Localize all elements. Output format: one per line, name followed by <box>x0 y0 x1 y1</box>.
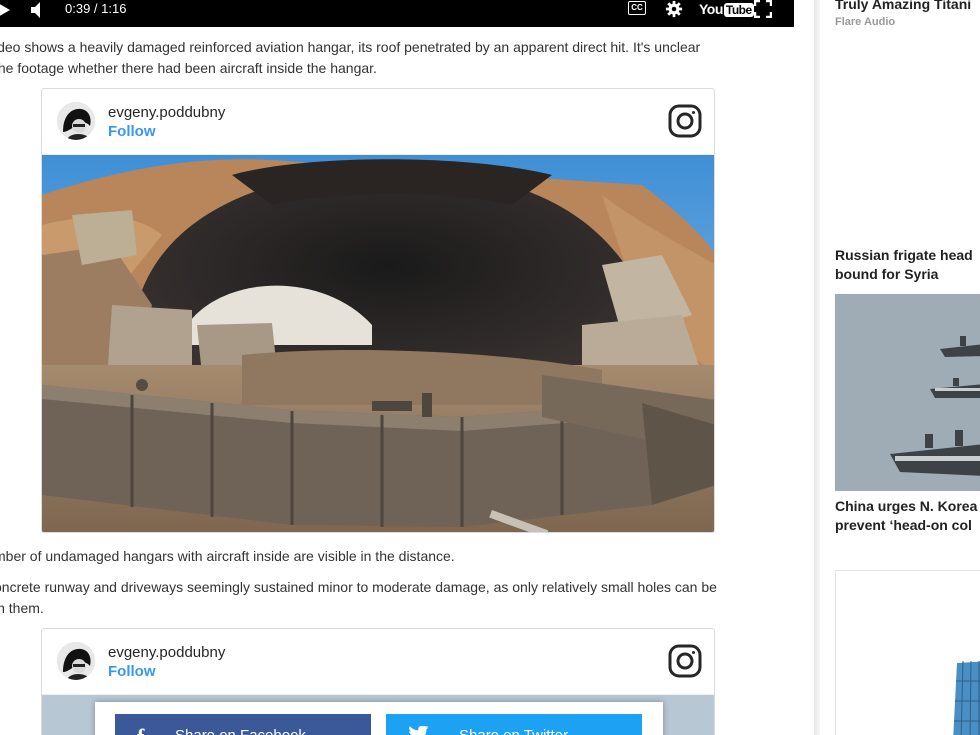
sidebar-item-title[interactable]: China urges N. Korea prevent ‘head-on co… <box>835 497 977 535</box>
article-paragraph: oncrete runway and driveways seemingly s… <box>0 579 717 616</box>
sidebar-item-source: Flare Audio <box>835 16 896 28</box>
fullscreen-icon[interactable] <box>754 0 772 18</box>
sidebar-ad-card[interactable] <box>835 570 980 735</box>
instagram-embed[interactable]: evgeny.poddubny Follow f Share on Facebo… <box>41 628 715 735</box>
sidebar-ad-image <box>951 661 980 735</box>
instagram-username[interactable]: evgeny.poddubny <box>108 644 225 661</box>
follow-link[interactable]: Follow <box>108 123 156 140</box>
facebook-icon: f <box>137 724 144 735</box>
instagram-username[interactable]: evgeny.poddubny <box>108 104 225 121</box>
youtube-logo[interactable]: You Tube <box>699 0 754 19</box>
sidebar-item-title[interactable]: Truly Amazing Titani <box>835 0 971 14</box>
settings-gear-icon[interactable] <box>665 0 683 18</box>
video-time: 0:39 / 1:16 <box>65 1 127 16</box>
share-twitter-button[interactable]: Share on Twitter <box>386 714 642 735</box>
article-paragraph: mber of undamaged hangars with aircraft … <box>0 548 455 564</box>
sidebar-item-image[interactable] <box>835 294 980 491</box>
instagram-icon[interactable] <box>668 104 702 138</box>
share-overlay: f Share on Facebook Share on Twitter <box>95 702 663 735</box>
volume-icon[interactable] <box>30 1 50 19</box>
video-player-controls: 0:39 / 1:16 CC You Tube <box>0 0 794 27</box>
instagram-embed-header: evgeny.poddubny Follow <box>42 629 714 695</box>
article-paragraph: ideo shows a heavily damaged reinforced … <box>0 39 701 76</box>
hangar-photo[interactable] <box>42 155 715 533</box>
sidebar-item-title[interactable]: Russian frigate head bound for Syria <box>835 246 973 284</box>
sidebar-divider <box>814 0 820 735</box>
captions-button[interactable]: CC <box>628 1 646 15</box>
instagram-icon[interactable] <box>668 644 702 678</box>
instagram-embed-header: evgeny.poddubny Follow <box>42 89 714 155</box>
twitter-icon <box>409 726 429 735</box>
avatar[interactable] <box>57 102 95 140</box>
follow-link[interactable]: Follow <box>108 663 156 680</box>
avatar[interactable] <box>57 642 95 680</box>
play-icon[interactable] <box>0 2 10 18</box>
share-facebook-button[interactable]: f Share on Facebook <box>115 714 371 735</box>
instagram-embed[interactable]: evgeny.poddubny Follow <box>41 88 715 533</box>
